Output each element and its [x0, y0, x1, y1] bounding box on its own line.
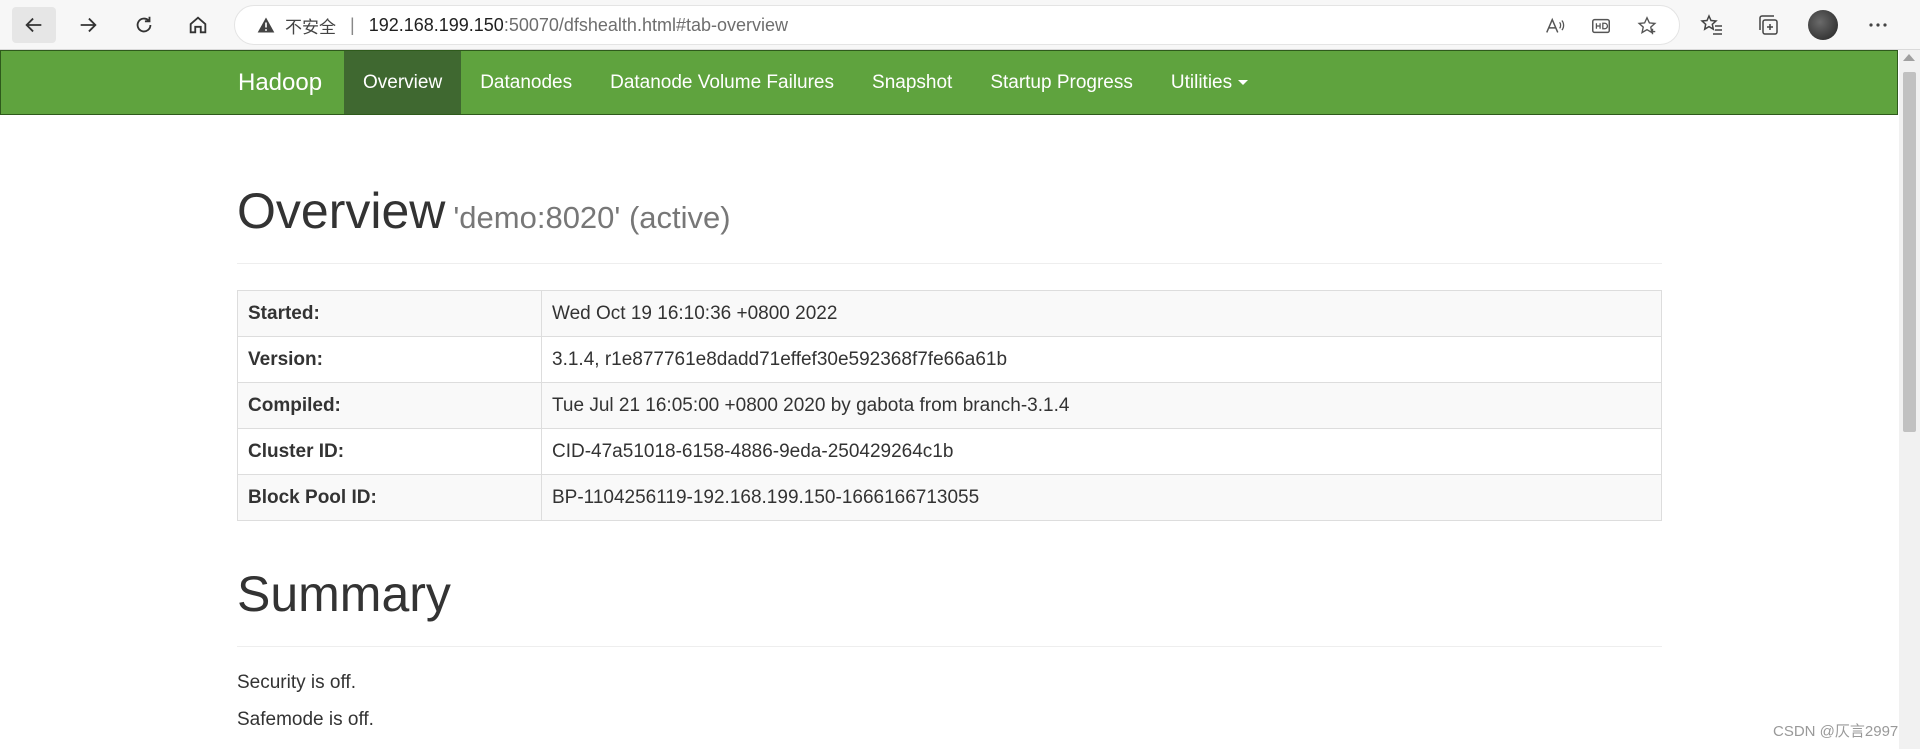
row-value: Tue Jul 21 16:05:00 +0800 2020 by gabota…: [541, 382, 1662, 429]
collections-icon[interactable]: [1752, 9, 1784, 41]
arrow-right-icon: [80, 17, 97, 33]
more-options-icon[interactable]: [1862, 9, 1894, 41]
hd-icon[interactable]: [1589, 14, 1613, 38]
table-row: Version: 3.1.4, r1e877761e8dadd71effef30…: [237, 336, 1662, 383]
brand-logo[interactable]: Hadoop: [238, 51, 322, 114]
caret-down-icon: [1238, 80, 1249, 86]
forward-button[interactable]: [66, 7, 110, 43]
browser-toolbar: 不安全 | 192.168.199.150:50070/dfshealth.ht…: [0, 0, 1920, 50]
namenode-status: 'demo:8020' (active): [453, 200, 731, 235]
row-value: CID-47a51018-6158-4886-9eda-250429264c1b: [541, 428, 1662, 475]
reload-icon: [136, 16, 152, 33]
arrow-left-icon: [25, 17, 42, 33]
home-icon: [189, 16, 207, 34]
add-favorite-icon[interactable]: [1635, 14, 1659, 38]
overview-table: Started: Wed Oct 19 16:10:36 +0800 2022 …: [237, 290, 1662, 521]
scroll-up-arrow-icon[interactable]: [1903, 54, 1915, 61]
row-value: BP-1104256119-192.168.199.150-1666166713…: [541, 474, 1662, 521]
divider: [237, 646, 1662, 647]
watermark: CSDN @仄言2997: [1773, 723, 1899, 740]
favorites-icon[interactable]: [1696, 9, 1728, 41]
profile-avatar[interactable]: [1808, 10, 1838, 40]
home-button[interactable]: [176, 7, 220, 43]
safemode-status: Safemode is off.: [237, 709, 374, 730]
row-value: Wed Oct 19 16:10:36 +0800 2022: [541, 290, 1662, 337]
summary-heading: Summary: [237, 566, 451, 622]
url-path[interactable]: :50070/dfshealth.html#tab-overview: [504, 15, 788, 36]
utilities-label: Utilities: [1170, 72, 1233, 93]
table-row: Compiled: Tue Jul 21 16:05:00 +0800 2020…: [237, 382, 1662, 429]
hadoop-navbar: Hadoop Overview Datanodes Datanode Volum…: [0, 50, 1898, 115]
warning-icon[interactable]: [255, 14, 277, 36]
row-key: Block Pool ID:: [237, 474, 542, 521]
divider: [237, 263, 1662, 264]
table-row: Started: Wed Oct 19 16:10:36 +0800 2022: [237, 290, 1662, 337]
row-value: 3.1.4, r1e877761e8dadd71effef30e592368f7…: [541, 336, 1662, 383]
row-key: Compiled:: [237, 382, 542, 429]
tab-datanode-volume-failures[interactable]: Datanode Volume Failures: [591, 51, 853, 114]
row-key: Version:: [237, 336, 542, 383]
address-separator: |: [350, 14, 355, 35]
tab-startup-progress[interactable]: Startup Progress: [971, 51, 1152, 114]
scroll-thumb[interactable]: [1903, 72, 1916, 432]
row-key: Started:: [237, 290, 542, 337]
table-row: Block Pool ID: BP-1104256119-192.168.199…: [237, 474, 1662, 521]
overview-title: Overview: [237, 183, 446, 239]
page-scrollbar[interactable]: [1899, 50, 1920, 749]
security-label[interactable]: 不安全: [285, 13, 336, 38]
back-button[interactable]: [12, 7, 56, 43]
url-host[interactable]: 192.168.199.150: [369, 15, 504, 36]
tab-datanodes[interactable]: Datanodes: [461, 51, 591, 114]
security-status: Security is off.: [237, 672, 356, 693]
read-aloud-icon[interactable]: [1543, 14, 1567, 38]
utilities-dropdown[interactable]: Utilities: [1152, 51, 1267, 114]
reload-button[interactable]: [122, 7, 166, 43]
row-key: Cluster ID:: [237, 428, 542, 475]
table-row: Cluster ID: CID-47a51018-6158-4886-9eda-…: [237, 428, 1662, 475]
tab-overview[interactable]: Overview: [344, 51, 462, 114]
address-bar[interactable]: 不安全 | 192.168.199.150:50070/dfshealth.ht…: [234, 5, 1680, 45]
tab-snapshot[interactable]: Snapshot: [853, 51, 971, 114]
overview-heading: Overview'demo:8020' (active): [237, 182, 731, 240]
